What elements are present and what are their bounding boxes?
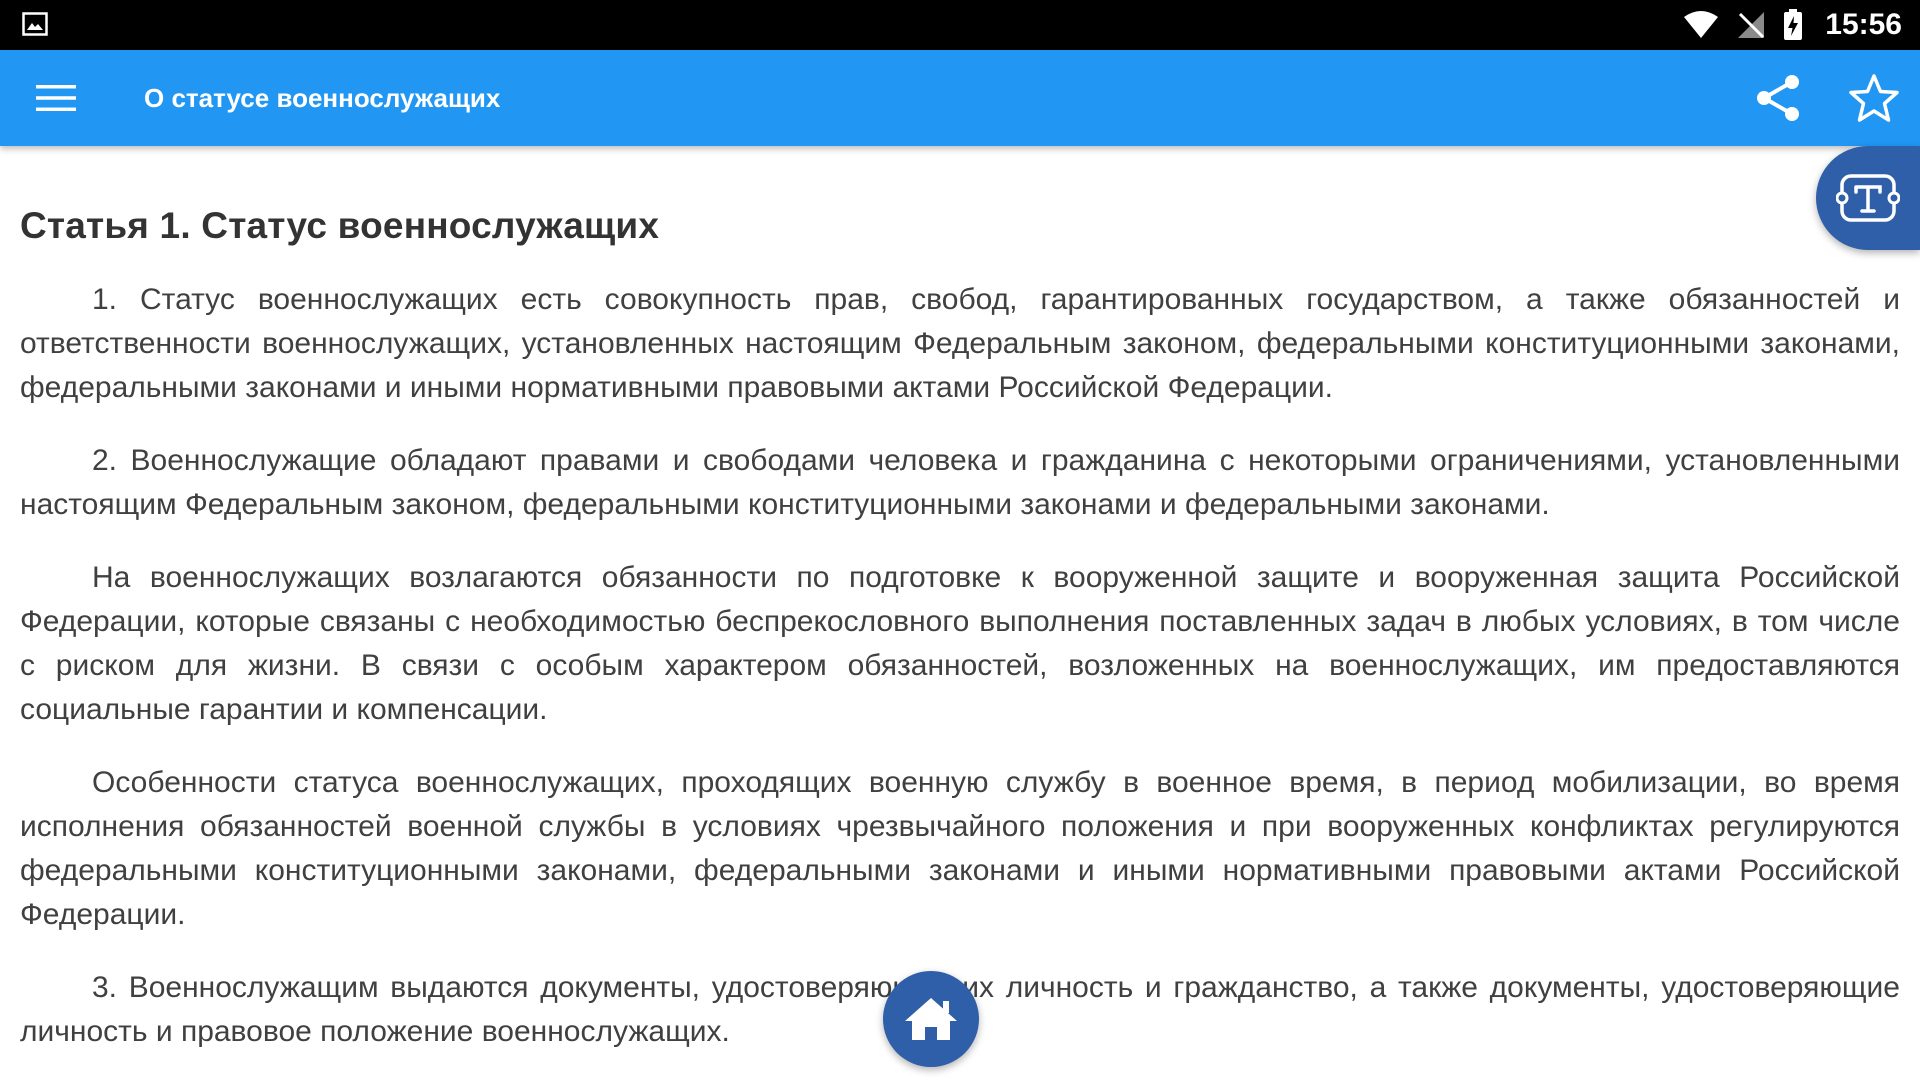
favorite-button[interactable] xyxy=(1844,70,1904,126)
menu-icon xyxy=(36,85,76,111)
battery-charging-icon xyxy=(1784,9,1803,40)
article-paragraph: На военнослужащих возлагаются обязанност… xyxy=(20,561,1900,726)
status-bar: 15:56 xyxy=(0,0,1920,50)
star-outline-icon xyxy=(1849,74,1899,122)
text-size-icon xyxy=(1836,174,1900,222)
status-icons: 15:56 xyxy=(1683,0,1902,50)
home-button[interactable] xyxy=(883,971,979,1067)
font-size-button[interactable] xyxy=(1816,146,1920,250)
menu-button[interactable] xyxy=(26,74,86,122)
article-paragraph: Особенности статуса военнослужащих, прох… xyxy=(20,766,1900,931)
article-title: Статья 1. Статус военнослужащих xyxy=(20,205,660,246)
app-title: О статусе военнослужащих xyxy=(144,83,501,113)
gallery-icon xyxy=(22,12,48,36)
wifi-icon xyxy=(1684,11,1719,38)
article-paragraph: 2. Военнослужащие обладают правами и сво… xyxy=(20,444,1900,521)
app-bar: О статусе военнослужащих xyxy=(0,50,1920,146)
article-paragraph: 1. Статус военнослужащих есть совокупнос… xyxy=(20,283,1900,404)
article-content[interactable]: Статья 1. Статус военнослужащих 1. Стату… xyxy=(0,146,1920,1080)
home-icon xyxy=(905,998,957,1040)
share-icon xyxy=(1757,75,1799,121)
no-signal-icon xyxy=(1738,12,1765,39)
share-button[interactable] xyxy=(1748,70,1808,126)
status-time: 15:56 xyxy=(1825,8,1902,41)
